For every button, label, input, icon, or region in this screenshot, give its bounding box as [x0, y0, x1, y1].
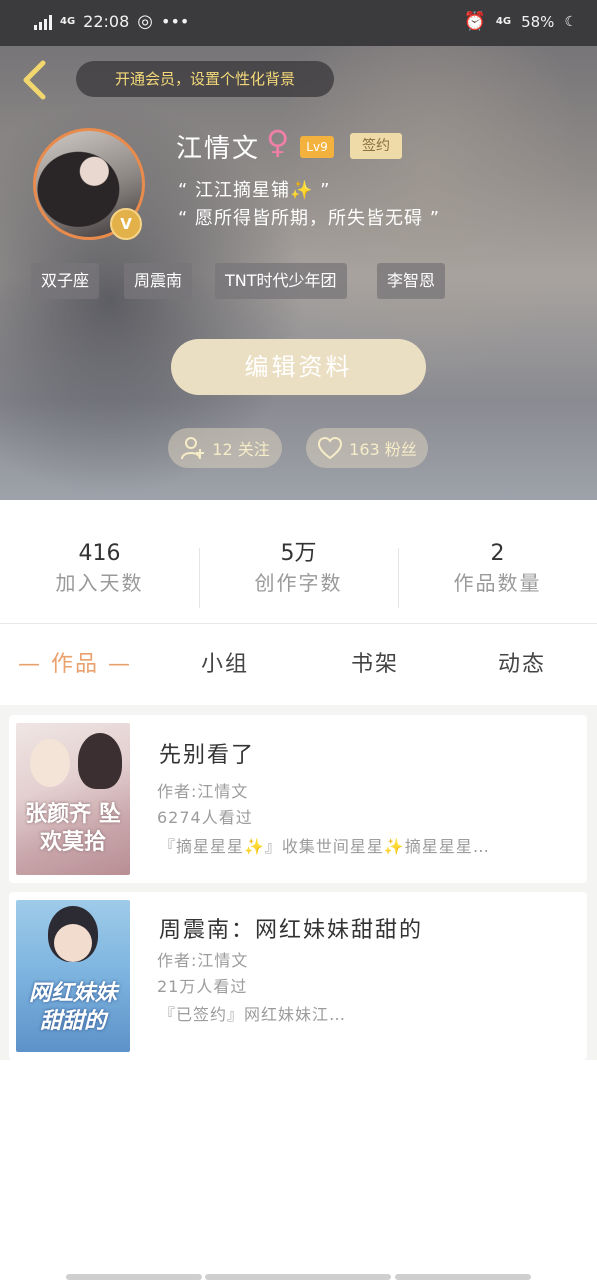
stat-works: 2 作品数量	[398, 540, 597, 598]
stat-days-label: 加入天数	[55, 571, 144, 595]
tab-works[interactable]: — 作品 —	[10, 640, 140, 690]
signal-icon	[34, 14, 52, 30]
book-author: 作者:江情文	[157, 782, 249, 801]
stat-works-value: 2	[490, 541, 505, 566]
stat-words-value: 5万	[280, 541, 317, 566]
book-cover: 网红妹妹 甜甜的	[16, 900, 130, 1052]
stat-works-label: 作品数量	[453, 571, 542, 595]
stats-row: 416 加入天数 5万 创作字数 2 作品数量	[0, 540, 597, 620]
divider	[398, 548, 399, 608]
level-badge: Lv9	[300, 136, 334, 158]
tab-activity[interactable]: 动态	[477, 640, 567, 690]
stat-days: 416 加入天数	[0, 540, 199, 598]
list-item[interactable]: 网红妹妹 甜甜的 周震南：网红妹妹甜甜的 作者:江情文 21万人看过 『已签约』…	[9, 892, 587, 1060]
tab-groups[interactable]: 小组	[180, 640, 270, 690]
nav-hint-bar	[395, 1274, 531, 1280]
cover-title: 网红妹妹 甜甜的	[28, 981, 117, 1034]
book-title: 周震南：网红妹妹甜甜的	[159, 918, 424, 943]
nav-hint-bar	[205, 1274, 391, 1280]
followers-button[interactable]: 163 粉丝	[306, 428, 428, 468]
following-count: 12 关注	[212, 440, 270, 459]
book-views: 6274人看过	[157, 808, 253, 827]
cover-title: 张颜齐 坠欢莫拾	[25, 802, 121, 855]
following-button[interactable]: 12 关注	[168, 428, 282, 468]
app-notification-icon: ◎	[137, 11, 153, 32]
heart-icon	[318, 436, 343, 460]
works-list: 张颜齐 坠欢莫拾 先别看了 作者:江情文 6274人看过 『摘星星星✨』收集世间…	[0, 705, 597, 1060]
stat-words: 5万 创作字数	[199, 540, 398, 598]
signed-badge: 签约	[350, 133, 402, 159]
tag-idol-2[interactable]: 李智恩	[377, 263, 446, 299]
stat-days-value: 416	[78, 541, 121, 566]
book-cover: 张颜齐 坠欢莫拾	[16, 723, 130, 875]
username: 江情文	[176, 134, 261, 164]
book-title: 先别看了	[159, 743, 256, 768]
more-notifications-icon: •••	[161, 12, 190, 31]
book-description: 『已签约』网红妹妹江…	[159, 1005, 347, 1024]
divider	[199, 548, 200, 608]
tag-zodiac[interactable]: 双子座	[31, 263, 100, 299]
female-icon: ♀	[266, 123, 290, 161]
battery-level: 58%	[521, 12, 555, 31]
followers-count: 163 粉丝	[349, 440, 417, 459]
tag-group[interactable]: TNT时代少年团	[215, 263, 347, 299]
status-bar: 4G 22:08 ◎ ••• ⏰ 4G 58% ☾	[0, 0, 597, 46]
tag-idol-1[interactable]: 周震南	[124, 263, 193, 299]
user-add-icon	[181, 437, 205, 460]
battery-icon: ☾	[564, 13, 577, 30]
stat-words-label: 创作字数	[254, 571, 343, 595]
bio-line-2: “ 愿所得皆所期，所失皆无碍 ”	[178, 208, 441, 229]
network-type: 4G	[60, 15, 76, 27]
list-item[interactable]: 张颜齐 坠欢莫拾 先别看了 作者:江情文 6274人看过 『摘星星星✨』收集世间…	[9, 715, 587, 883]
status-time: 22:08	[83, 12, 130, 31]
divider	[0, 623, 597, 624]
book-description: 『摘星星星✨』收集世间星星✨摘星星星…	[159, 837, 490, 856]
back-button[interactable]	[14, 58, 54, 102]
network-type-right: 4G	[495, 15, 512, 27]
profile-tabs: — 作品 — 小组 书架 动态	[0, 640, 597, 690]
book-author: 作者:江情文	[157, 951, 249, 970]
verified-badge: V	[110, 208, 142, 240]
edit-profile-button[interactable]: 编辑资料	[171, 339, 426, 395]
tab-bookshelf[interactable]: 书架	[330, 640, 420, 690]
alarm-icon: ⏰	[463, 11, 486, 32]
bio-line-1: “ 江江摘星铺✨ ”	[178, 180, 331, 201]
vip-background-prompt[interactable]: 开通会员，设置个性化背景	[76, 61, 334, 97]
nav-hint-bar	[66, 1274, 202, 1280]
profile-header: 4G 22:08 ◎ ••• ⏰ 4G 58% ☾ 开通会员，设置个性化背景 V…	[0, 0, 597, 500]
chevron-left-icon	[23, 60, 46, 100]
book-views: 21万人看过	[157, 977, 248, 996]
